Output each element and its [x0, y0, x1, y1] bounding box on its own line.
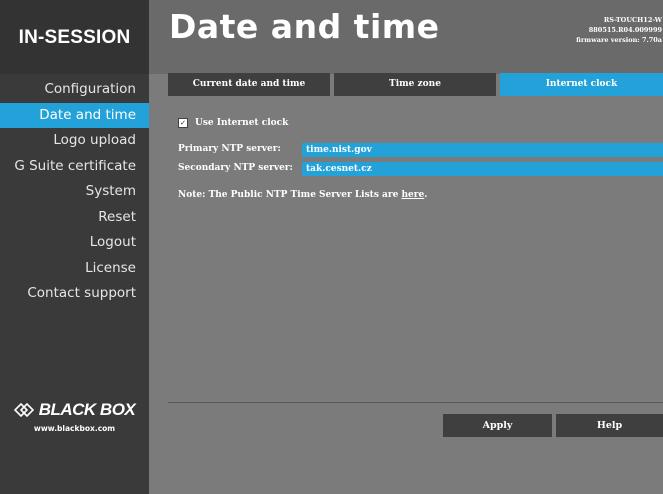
- firmware-version: firmware version: 7.70a: [576, 36, 662, 44]
- device-serial: 880515.R04.009999: [588, 26, 662, 34]
- ntp-list-link[interactable]: here: [401, 190, 424, 200]
- sidebar-item-license[interactable]: License: [0, 256, 149, 282]
- device-model: RS-TOUCH12-W: [603, 16, 662, 24]
- sidebar-item-configuration[interactable]: Configuration: [0, 77, 149, 103]
- secondary-ntp-label: Secondary NTP server:: [178, 163, 293, 173]
- sidebar-nav: Configuration Date and time Logo upload …: [0, 77, 149, 307]
- header: Date and time RS-TOUCH12-W 880515.R04.00…: [149, 0, 663, 74]
- primary-ntp-input[interactable]: [302, 143, 663, 157]
- apply-button[interactable]: Apply: [443, 414, 552, 437]
- tab-time-zone[interactable]: Time zone: [334, 73, 496, 96]
- ntp-note: Note: The Public NTP Time Server Lists a…: [178, 190, 427, 200]
- tab-current-date-and-time[interactable]: Current date and time: [168, 73, 330, 96]
- brand-logo: IN-SESSION: [0, 0, 149, 74]
- sidebar-item-reset[interactable]: Reset: [0, 205, 149, 231]
- blackbox-url: www.blackbox.com: [33, 424, 116, 433]
- sidebar-item-system[interactable]: System: [0, 179, 149, 205]
- internet-clock-panel: ✓ Use Internet clock Primary NTP server:…: [149, 96, 663, 396]
- sidebar-item-g-suite-certificate[interactable]: G Suite certificate: [0, 154, 149, 180]
- sidebar-item-contact-support[interactable]: Contact support: [0, 281, 149, 307]
- use-internet-clock-label: Use Internet clock: [195, 118, 289, 128]
- tab-internet-clock[interactable]: Internet clock: [500, 73, 663, 96]
- sidebar-item-logout[interactable]: Logout: [0, 230, 149, 256]
- blackbox-logo-mark: BLACK BOX: [0, 400, 149, 420]
- device-info: RS-TOUCH12-W 880515.R04.009999 firmware …: [576, 15, 662, 45]
- secondary-ntp-input[interactable]: [302, 162, 663, 176]
- use-internet-clock-checkbox[interactable]: ✓: [178, 118, 188, 128]
- brand-name: IN-SESSION: [18, 27, 131, 48]
- blackbox-diamond-icon: [13, 403, 34, 417]
- sidebar-item-date-and-time[interactable]: Date and time: [0, 102, 149, 128]
- use-internet-clock-row: ✓ Use Internet clock: [178, 118, 288, 128]
- sidebar-item-logo-upload[interactable]: Logo upload: [0, 128, 149, 154]
- tab-bar: Current date and time Time zone Internet…: [168, 73, 663, 96]
- help-button[interactable]: Help: [556, 414, 663, 437]
- sidebar: IN-SESSION Configuration Date and time L…: [0, 0, 149, 494]
- page-title: Date and time: [169, 7, 440, 46]
- blackbox-logo: BLACK BOX www.blackbox.com: [0, 400, 149, 433]
- ntp-note-suffix: .: [424, 190, 428, 200]
- primary-ntp-label: Primary NTP server:: [178, 144, 281, 154]
- blackbox-logo-text: BLACK BOX: [38, 400, 136, 419]
- footer-divider: [168, 402, 663, 403]
- ntp-note-text: Note: The Public NTP Time Server Lists a…: [178, 190, 402, 200]
